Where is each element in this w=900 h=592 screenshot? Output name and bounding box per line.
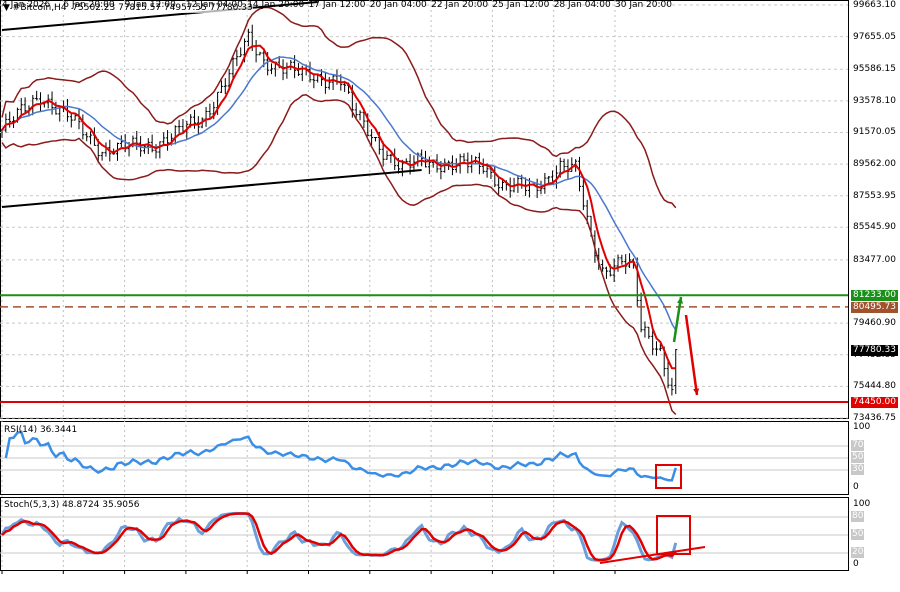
rsi-axis-label: 70 (851, 440, 865, 451)
price-axis-label: 79460.90 (853, 318, 896, 329)
time-label: 25 Jan 12:00 (492, 0, 550, 10)
price-axis-label: 83477.00 (853, 254, 896, 265)
price-axis-label: 97655.05 (853, 31, 896, 42)
price-axis-label: 87553.95 (853, 190, 896, 201)
rsi-axis-label: 0 (853, 482, 859, 492)
stoch-axis-label: 50 (851, 529, 865, 540)
price-axis-label: 75444.80 (853, 381, 896, 392)
price-axis-label: 85545.90 (853, 222, 896, 233)
stoch-axis-label: 20 (851, 547, 865, 558)
stoch-axis-label: 80 (851, 511, 865, 522)
level-price-tag: 77780.33 (851, 344, 898, 356)
rsi-title: RSI(14) 36.3441 (4, 425, 78, 435)
time-label: 4 Jan 2026 (2, 0, 51, 10)
time-label: 20 Jan 04:00 (369, 0, 427, 10)
time-label: 30 Jan 20:00 (615, 0, 672, 10)
main-panel (0, 0, 849, 419)
level-price-tag: 80495.73 (851, 301, 898, 313)
time-label: 28 Jan 04:00 (553, 0, 611, 10)
stoch-axis-label: 0 (853, 559, 859, 569)
price-axis-label: 93578.10 (853, 95, 896, 106)
stoch-axis-label: 100 (853, 499, 871, 509)
rsi-axis-label: 50 (851, 452, 865, 463)
price-axis-label: 89562.00 (853, 159, 896, 170)
price-axis-label: 91570.05 (853, 127, 896, 138)
time-label: 14 Jan 20:00 (247, 0, 305, 10)
rsi-axis-label: 30 (851, 464, 865, 475)
time-label: 6 Jan 20:00 (63, 0, 115, 10)
price-axis-label: 95586.15 (853, 64, 896, 75)
level-price-tag: 74450.00 (851, 397, 898, 409)
time-label: 12 Jan 04:00 (185, 0, 243, 10)
stoch-title: Stoch(5,3,3) 48.8724 35.9056 (4, 500, 140, 510)
price-axis-label: 99663.10 (853, 0, 896, 10)
rsi-axis-label: 100 (853, 422, 871, 432)
time-label: 22 Jan 20:00 (431, 0, 489, 10)
level-price-tag: 81233.00 (851, 290, 898, 302)
time-label: 17 Jan 12:00 (308, 0, 366, 10)
time-label: 9 Jan 12:00 (124, 0, 176, 10)
